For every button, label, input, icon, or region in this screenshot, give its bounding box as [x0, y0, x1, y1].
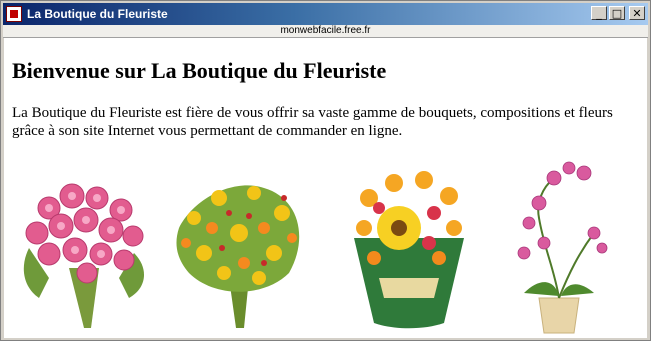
window-title: La Boutique du Fleuriste — [27, 7, 168, 21]
pink-rose-bouquet-image — [23, 183, 145, 328]
pink-orchid-plant-image — [517, 161, 608, 334]
page-title: Bienvenue sur La Boutique du Fleuriste — [12, 58, 387, 83]
yellow-wildflower-bouquet-image — [176, 185, 300, 328]
flower-gallery — [4, 158, 647, 338]
sunflower-arrangement-image — [354, 171, 464, 329]
window-controls: _ □ ✕ — [591, 6, 645, 20]
app-icon[interactable] — [6, 6, 22, 22]
minimize-button[interactable]: _ — [591, 6, 607, 20]
title-bar[interactable]: La Boutique du Fleuriste _ □ ✕ — [3, 3, 648, 25]
browser-window: La Boutique du Fleuriste _ □ ✕ monwebfac… — [0, 0, 651, 341]
intro-paragraph: La Boutique du Fleuriste est fière de vo… — [12, 105, 613, 139]
url-label: monwebfacile.free.fr — [3, 25, 648, 38]
page-content[interactable]: Bienvenue sur La Boutique du Fleuriste L… — [4, 38, 647, 338]
close-button[interactable]: ✕ — [629, 6, 645, 20]
maximize-button[interactable]: □ — [609, 6, 625, 20]
